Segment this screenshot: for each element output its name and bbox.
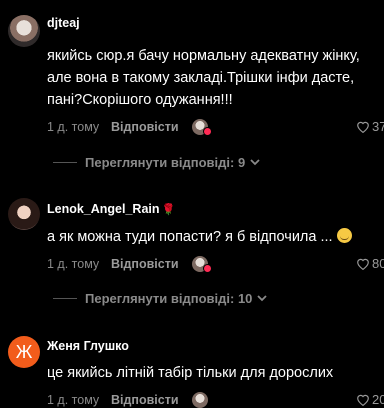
reply-button[interactable]: Відповісти — [111, 120, 179, 134]
reply-button[interactable]: Відповісти — [111, 393, 179, 407]
avatar[interactable] — [8, 198, 40, 230]
comment-username[interactable]: Lenok_Angel_Rain 🌹 — [47, 202, 175, 216]
avatar-letter: Ж — [15, 341, 33, 362]
comment-item: djteaj якийсь сюр.я бачу нормальну адекв… — [0, 0, 384, 170]
sweat-smile-emoji-icon — [336, 228, 352, 243]
view-replies-button[interactable]: Переглянути відповіді: 10 — [53, 291, 268, 306]
comment-username[interactable]: djteaj — [47, 16, 80, 30]
divider-line — [53, 298, 77, 299]
avatar[interactable] — [8, 15, 40, 47]
comment-time: 1 д. тому — [47, 120, 100, 134]
heart-icon — [357, 121, 369, 133]
heart-icon — [357, 258, 369, 270]
like-button[interactable]: 207 — [356, 392, 384, 407]
like-count: 207 — [372, 392, 384, 407]
reply-button[interactable]: Відповісти — [111, 257, 179, 271]
comment-text: це якийсь літній табір тільки для доросл… — [47, 365, 334, 381]
liked-badge-icon — [203, 127, 212, 136]
creator-liked-avatar — [192, 392, 208, 408]
liked-badge-icon — [203, 264, 212, 273]
like-count: 37 — [372, 119, 384, 134]
chevron-down-icon — [257, 295, 268, 302]
divider-line — [53, 162, 77, 163]
comment-meta: 1 д. тому Відповісти — [47, 119, 179, 135]
comment-text-content: а як можна туди попасти? я б відпочила .… — [47, 229, 333, 245]
comment-meta: 1 д. тому Відповісти — [47, 256, 179, 272]
like-count: 80 — [372, 256, 384, 271]
comment-item: Ж Женя Глушко це якийсь літній табір тіл… — [0, 330, 384, 408]
avatar[interactable]: Ж — [8, 336, 40, 368]
comment-item: Lenok_Angel_Rain 🌹 а як можна туди попаст… — [0, 190, 384, 330]
comment-username[interactable]: Женя Глушко — [47, 339, 129, 353]
view-replies-label: Переглянути відповіді: 9 — [85, 155, 246, 170]
comment-time: 1 д. тому — [47, 257, 100, 271]
comment-time: 1 д. тому — [47, 393, 100, 407]
comment-text: а як можна туди попасти? я б відпочила .… — [47, 226, 378, 248]
comment-meta: 1 д. тому Відповісти — [47, 392, 179, 408]
heart-icon — [357, 394, 369, 406]
chevron-down-icon — [250, 159, 260, 166]
like-button[interactable]: 37 — [356, 119, 384, 134]
like-button[interactable]: 80 — [356, 256, 384, 271]
comment-username-text: Lenok_Angel_Rain — [47, 202, 160, 216]
view-replies-label: Переглянути відповіді: 10 — [85, 291, 253, 306]
comment-text: якийсь сюр.я бачу нормальну адекватну жі… — [47, 48, 360, 108]
view-replies-button[interactable]: Переглянути відповіді: 9 — [53, 155, 260, 170]
rose-emoji: 🌹 — [161, 204, 176, 216]
